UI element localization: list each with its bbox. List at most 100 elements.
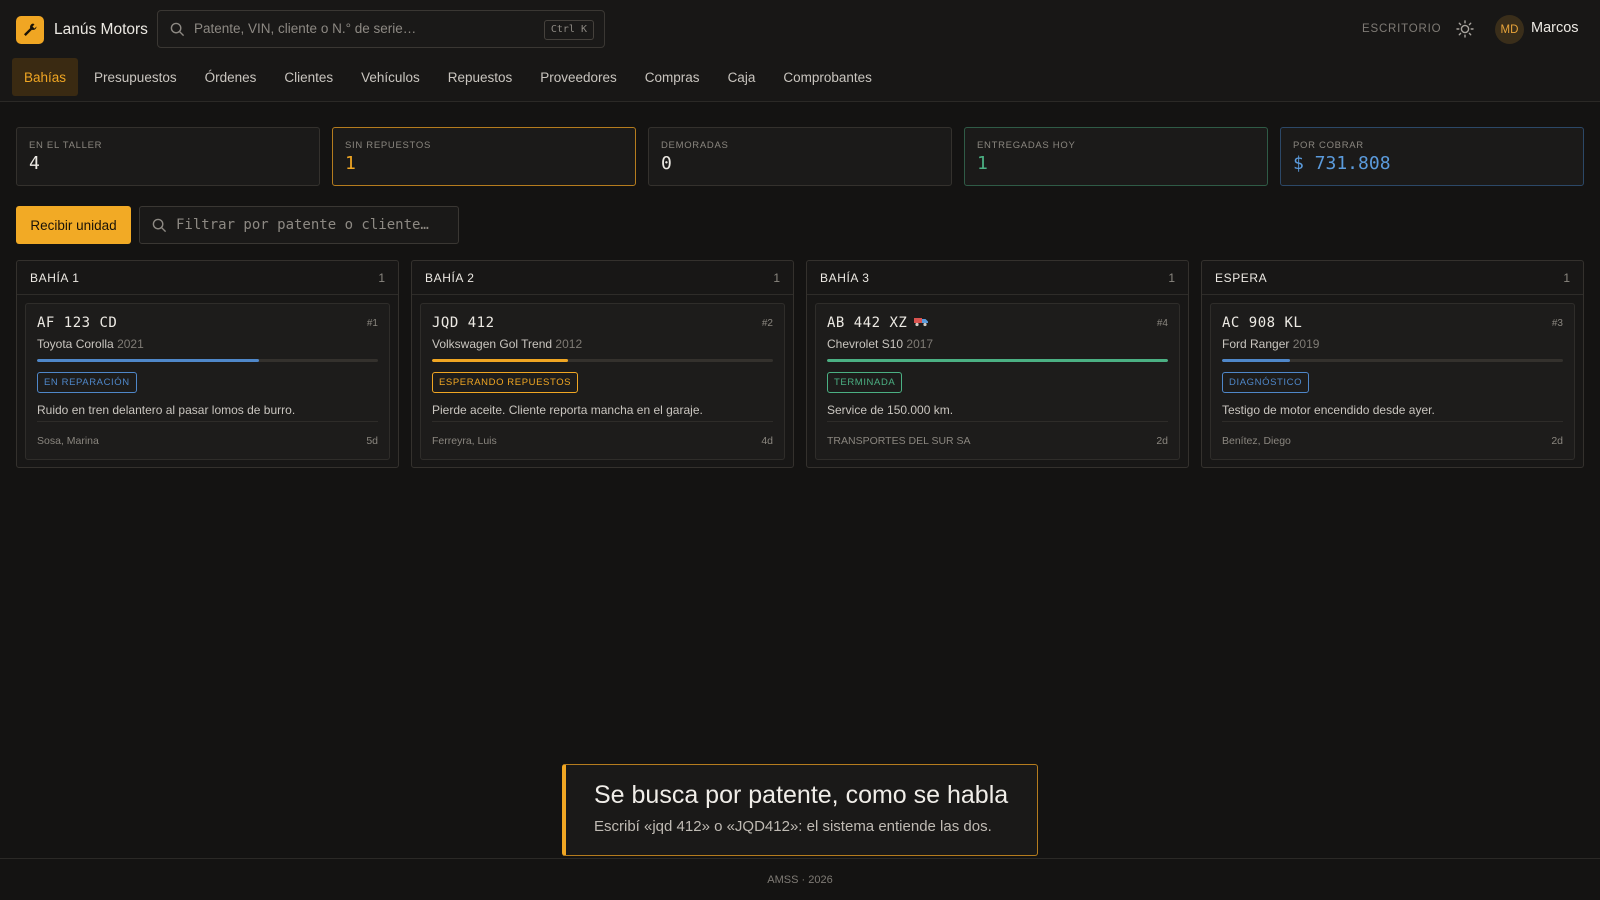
status-badge: EN REPARACIÓN (37, 372, 137, 393)
nav-tab-compras[interactable]: Compras (633, 58, 712, 96)
elapsed-days: 2d (1156, 434, 1168, 447)
nav-tab-bahias[interactable]: Bahías (12, 58, 79, 96)
bay-title: BAHÍA 3 (820, 270, 870, 285)
toast-body: Escribí «jqd 412» o «JQD412»: el sistema… (594, 818, 992, 835)
vehicle-model: Toyota Corolla 2021 (37, 337, 378, 351)
bay-header: BAHÍA 1 1 (17, 261, 398, 295)
avatar[interactable]: MD (1495, 15, 1524, 44)
app-name: Lanús Motors (54, 21, 148, 38)
stat-sin-repuestos[interactable]: SIN REPUESTOS 1 (332, 127, 636, 186)
bay-count: 1 (378, 270, 385, 285)
page-footer: AMSS · 2026 (0, 858, 1600, 900)
stat-en-el-taller[interactable]: EN EL TALLER 4 (16, 127, 320, 186)
model-year: 2012 (555, 337, 583, 351)
customer-name: Ferreyra, Luis (432, 434, 497, 447)
global-search-input[interactable]: Patente, VIN, cliente o N.° de serie… Ct… (157, 10, 605, 48)
model-name: Toyota Corolla (37, 337, 114, 351)
progress-fill (432, 359, 569, 362)
stats-row: EN EL TALLER 4 SIN REPUESTOS 1 DEMORADAS… (16, 127, 1584, 186)
nav-tab-clientes[interactable]: Clientes (272, 58, 345, 96)
bay-title: ESPERA (1215, 270, 1268, 285)
model-name: Volkswagen Gol Trend (432, 337, 553, 351)
stat-demoradas[interactable]: DEMORADAS 0 (648, 127, 952, 186)
stat-value: 4 (29, 153, 40, 174)
card-footer: Benítez, Diego 2d (1222, 421, 1563, 459)
bay-count: 1 (1563, 270, 1570, 285)
user-name[interactable]: Marcos (1531, 20, 1579, 36)
progress-fill (37, 359, 259, 362)
bay-header: BAHÍA 2 1 (412, 261, 793, 295)
card-note: Testigo de motor encendido desde ayer. (1222, 403, 1435, 417)
vehicle-card[interactable]: AF 123 CD #1 Toyota Corolla 2021 EN REPA… (25, 303, 390, 460)
nav-tab-repuestos[interactable]: Repuestos (436, 58, 525, 96)
card-number: #4 (1156, 317, 1168, 329)
plate: AB 442 XZ (827, 315, 908, 331)
stat-value: $ 731.808 (1293, 153, 1391, 174)
stat-label: SIN REPUESTOS (345, 140, 431, 151)
search-icon (152, 218, 167, 236)
vehicle-card[interactable]: AC 908 KL #3 Ford Ranger 2019 DIAGNÓSTIC… (1210, 303, 1575, 460)
status-badge: TERMINADA (827, 372, 903, 393)
status-badge: ESPERANDO REPUESTOS (432, 372, 579, 393)
theme-toggle-sun-icon[interactable] (1454, 18, 1476, 40)
toast-title: Se busca por patente, como se habla (594, 781, 1009, 809)
tip-toast[interactable]: Se busca por patente, como se habla Escr… (562, 764, 1038, 856)
card-number: #1 (366, 317, 378, 329)
stat-value: 1 (345, 153, 356, 174)
card-number: #2 (761, 317, 773, 329)
model-name: Chevrolet S10 (827, 337, 904, 351)
progress-bar (432, 359, 773, 362)
main-nav: Bahías Presupuestos Órdenes Clientes Veh… (12, 58, 888, 96)
truck-icon (913, 315, 929, 331)
progress-bar (827, 359, 1168, 362)
stat-por-cobrar[interactable]: POR COBRAR $ 731.808 (1280, 127, 1584, 186)
model-year: 2021 (117, 337, 144, 351)
bay-header: ESPERA 1 (1202, 261, 1583, 295)
bay-column: ESPERA 1 AC 908 KL #3 Ford Ranger 2019 D… (1201, 260, 1584, 468)
bays-board: BAHÍA 1 1 AF 123 CD #1 Toyota Corolla 20… (16, 260, 1584, 468)
customer-name: TRANSPORTES DEL SUR SA (827, 434, 971, 447)
nav-tab-comprobantes[interactable]: Comprobantes (771, 58, 884, 96)
vehicle-card[interactable]: AB 442 XZ #4 Chevrolet S10 2017 TERMINAD… (815, 303, 1180, 460)
model-year: 2017 (906, 337, 934, 351)
plate: JQD 412 (432, 315, 495, 331)
search-shortcut-hint: Ctrl K (543, 20, 594, 40)
progress-fill (1222, 359, 1291, 362)
model-name: Ford Ranger (1222, 337, 1290, 351)
vehicle-model: Ford Ranger 2019 (1222, 337, 1563, 351)
status-badge: DIAGNÓSTICO (1222, 372, 1310, 393)
plate: AF 123 CD (37, 315, 118, 331)
bay-count: 1 (773, 270, 780, 285)
elapsed-days: 2d (1551, 434, 1563, 447)
stat-entregadas-hoy[interactable]: ENTREGADAS HOY 1 (964, 127, 1268, 186)
stat-value: 0 (661, 153, 672, 174)
card-footer: TRANSPORTES DEL SUR SA 2d (827, 421, 1168, 459)
card-note: Ruido en tren delantero al pasar lomos d… (37, 403, 296, 417)
plate-with-icon: AB 442 XZ (827, 315, 929, 331)
wrench-icon (16, 16, 44, 44)
bay-column: BAHÍA 3 1 AB 442 XZ #4 Chevrolet S10 201… (806, 260, 1189, 468)
nav-tab-vehiculos[interactable]: Vehículos (349, 58, 432, 96)
receive-unit-button[interactable]: Recibir unidad (16, 206, 131, 244)
bay-count: 1 (1168, 270, 1175, 285)
customer-name: Sosa, Marina (37, 434, 99, 447)
card-note: Pierde aceite. Cliente reporta mancha en… (432, 403, 703, 417)
vehicle-card[interactable]: JQD 412 #2 Volkswagen Gol Trend 2012 ESP… (420, 303, 785, 460)
card-footer: Ferreyra, Luis 4d (432, 421, 773, 459)
stat-label: EN EL TALLER (29, 140, 103, 151)
elapsed-days: 4d (761, 434, 773, 447)
nav-tab-presupuestos[interactable]: Presupuestos (82, 58, 189, 96)
plate: AC 908 KL (1222, 315, 1303, 331)
mode-label[interactable]: ESCRITORIO (1362, 23, 1441, 35)
filter-placeholder: Filtrar por patente o cliente… (176, 217, 429, 233)
search-icon (170, 22, 185, 40)
filter-input[interactable]: Filtrar por patente o cliente… (139, 206, 459, 244)
footer-text: AMSS · 2026 (767, 873, 833, 886)
brand[interactable]: Lanús Motors (16, 16, 148, 44)
progress-fill (827, 359, 1168, 362)
card-number: #3 (1551, 317, 1563, 329)
nav-tab-ordenes[interactable]: Órdenes (193, 58, 269, 96)
stat-label: DEMORADAS (661, 140, 729, 151)
nav-tab-proveedores[interactable]: Proveedores (528, 58, 629, 96)
nav-tab-caja[interactable]: Caja (716, 58, 768, 96)
